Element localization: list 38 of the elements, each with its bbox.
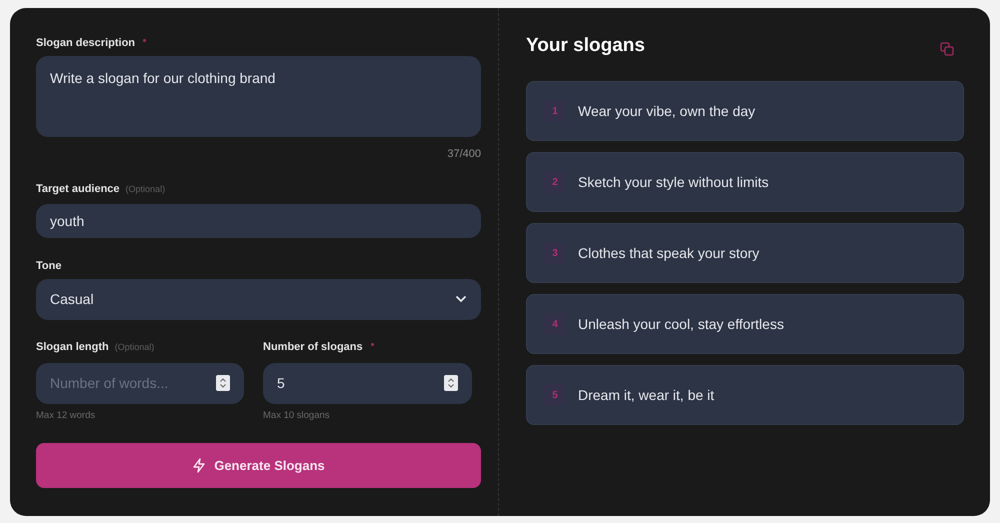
chevron-down-icon [455, 295, 467, 303]
slogan-number: 1 [544, 100, 566, 122]
slogan-text: Clothes that speak your story [578, 244, 760, 263]
slogan-text: Sketch your style without limits [578, 172, 769, 192]
slogan-number: 3 [544, 242, 566, 264]
generate-button[interactable]: Generate Slogans [36, 442, 481, 488]
lightning-icon [192, 458, 206, 473]
tone-select[interactable]: Casual [36, 278, 481, 320]
spinner-icon[interactable] [444, 374, 458, 390]
character-counter: 37/400 [447, 147, 481, 162]
slogan-text: Wear your vibe, own the day [578, 102, 756, 121]
slogan-text: Unleash your cool, stay effortless [578, 314, 784, 334]
slogan-card[interactable]: 3 Clothes that speak your story [526, 223, 964, 283]
count-number-input[interactable]: 5 [263, 362, 472, 404]
length-number-input[interactable]: Number of words... [36, 362, 244, 404]
field-label: Target audience [36, 182, 120, 198]
audience-input[interactable]: youth [36, 204, 481, 238]
results-title: Your slogans [526, 34, 645, 58]
optional-note: (Optional) [114, 340, 154, 354]
slogan-text: Dream it, wear it, be it [578, 386, 714, 404]
slogan-card[interactable]: 1 Wear your vibe, own the day [526, 81, 964, 141]
slogan-number: 2 [544, 171, 566, 193]
slogan-card[interactable]: 5 Dream it, wear it, be it [526, 365, 964, 425]
slogan-number: 5 [544, 384, 566, 406]
field-label: Number of slogans [263, 340, 363, 356]
slogan-card[interactable]: 4 Unleash your cool, stay effortless [526, 294, 964, 354]
hint-text: Max 10 slogans [263, 408, 331, 422]
slogan-number: 4 [544, 313, 566, 335]
description-textarea[interactable]: Write a slogan for our clothing brand [36, 56, 481, 137]
field-label: Slogan length [36, 340, 109, 356]
field-label: Slogan description [36, 36, 136, 51]
spinner-icon[interactable] [216, 374, 230, 390]
slogan-card[interactable]: 2 Sketch your style without limits [526, 152, 964, 212]
copy-icon[interactable] [940, 42, 954, 56]
hint-text: Max 12 words [36, 408, 96, 422]
field-label: Tone [36, 259, 62, 274]
select-value: Casual [50, 290, 94, 308]
optional-note: (Optional) [126, 182, 166, 196]
